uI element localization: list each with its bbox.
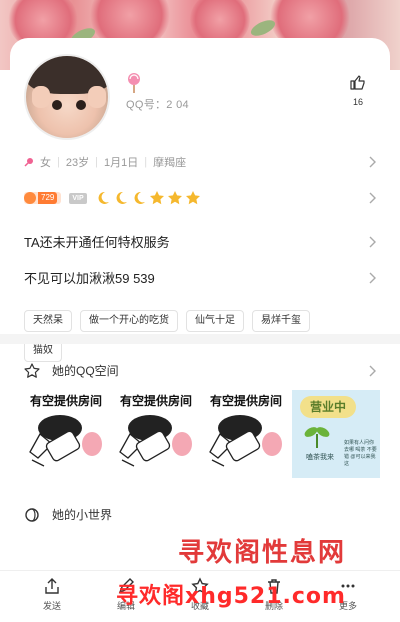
sticker-caption: 有空提供房间 — [209, 394, 282, 408]
coin-value: 729 — [38, 192, 58, 204]
chevron-right-icon — [369, 365, 376, 376]
watermark-line1: 寻欢阁性息网 — [178, 538, 347, 568]
avatar-eye — [52, 100, 62, 110]
moon-icon — [98, 191, 109, 204]
bio-text: 不见可以加湫湫59 539 — [24, 271, 155, 286]
badges-row[interactable]: 729 VIP — [24, 190, 376, 206]
qzone-photo[interactable]: 有空提供房间 — [112, 390, 200, 478]
gender-text: 女 — [40, 157, 51, 169]
poster-caption: 嗑茶我来 — [306, 454, 334, 461]
sticker-caption: 有空提供房间 — [119, 394, 192, 408]
sticker-image — [119, 415, 192, 467]
coin-badge: 729 — [24, 192, 62, 204]
avatar[interactable] — [24, 54, 110, 140]
chevron-right-icon — [369, 192, 376, 204]
moon-icon — [116, 191, 127, 204]
chevron-right-icon — [369, 156, 376, 168]
avatar-hand — [88, 86, 106, 108]
star-icon — [185, 191, 200, 205]
sticker-image — [209, 415, 282, 467]
like-button[interactable]: 16 — [340, 74, 376, 107]
thumbs-up-icon — [350, 75, 365, 90]
female-icon — [24, 158, 33, 167]
sticker-caption: 有空提供房间 — [29, 394, 102, 408]
qzone-header[interactable]: 她的QQ空间 — [24, 362, 376, 379]
toolbar-label: 发送 — [42, 601, 61, 611]
share-button[interactable]: 发送 — [30, 571, 74, 622]
section-divider — [0, 334, 400, 344]
star-icon — [167, 191, 182, 205]
world-icon — [25, 507, 39, 522]
moon-icon — [134, 191, 145, 204]
zodiac-text: 摩羯座 — [153, 157, 187, 169]
star-outline-icon — [24, 362, 40, 378]
avatar-eye — [76, 100, 86, 110]
plant-icon — [304, 427, 330, 448]
watermark-line2: 寻欢阁xhg521.com — [116, 584, 346, 609]
privilege-text: TA还未开通任何特权服务 — [24, 235, 170, 250]
qzone-photo[interactable]: 有空提供房间 — [202, 390, 290, 478]
world-title: 她的小世界 — [52, 508, 113, 522]
poster-title: 营业中 — [300, 396, 356, 418]
qzone-photos: 有空提供房间 有空提供房间 有空提供房间 营业中 嗑茶我来 如果有人问你 去哪 … — [22, 390, 380, 478]
separator: | — [95, 156, 98, 168]
like-count: 16 — [352, 97, 363, 107]
basic-info-row[interactable]: 女 | 23岁 | 1月1日 | 摩羯座 — [24, 154, 376, 170]
tag-chip[interactable]: 仙气十足 — [186, 310, 244, 332]
share-icon — [45, 578, 59, 594]
separator: | — [57, 156, 60, 168]
qq-number: QQ号：2 04 — [126, 99, 189, 111]
lollipop-icon — [128, 73, 140, 93]
tag-chip[interactable]: 做一个开心的吃货 — [80, 310, 178, 332]
chevron-right-icon — [369, 272, 376, 283]
privilege-row[interactable]: TA还未开通任何特权服务 — [24, 232, 376, 251]
world-header[interactable]: 她的小世界 — [24, 506, 376, 523]
poster-note: 如果有人问你 去哪 喝茶 不要错 @可以来我这 — [344, 440, 377, 467]
chevron-right-icon — [369, 236, 376, 247]
star-icon — [149, 191, 164, 205]
bio-row[interactable]: 不见可以加湫湫59 539 — [24, 268, 376, 287]
age-text: 23岁 — [65, 157, 90, 169]
avatar-hand — [32, 86, 50, 108]
tag-chip[interactable]: 天然呆 — [24, 310, 72, 332]
sticker-image — [29, 415, 102, 467]
birthday-text: 1月1日 — [103, 157, 139, 169]
qzone-photo[interactable]: 有空提供房间 — [22, 390, 110, 478]
qzone-photo[interactable]: 营业中 嗑茶我来 如果有人问你 去哪 喝茶 不要错 @可以来我这 — [292, 390, 380, 478]
tag-chip[interactable]: 易烊千玺 — [252, 310, 310, 332]
leaf-decoration — [248, 17, 278, 39]
vip-badge: VIP — [69, 192, 87, 204]
qzone-title: 她的QQ空间 — [52, 364, 119, 378]
separator: | — [144, 156, 148, 168]
coin-icon — [24, 192, 36, 204]
